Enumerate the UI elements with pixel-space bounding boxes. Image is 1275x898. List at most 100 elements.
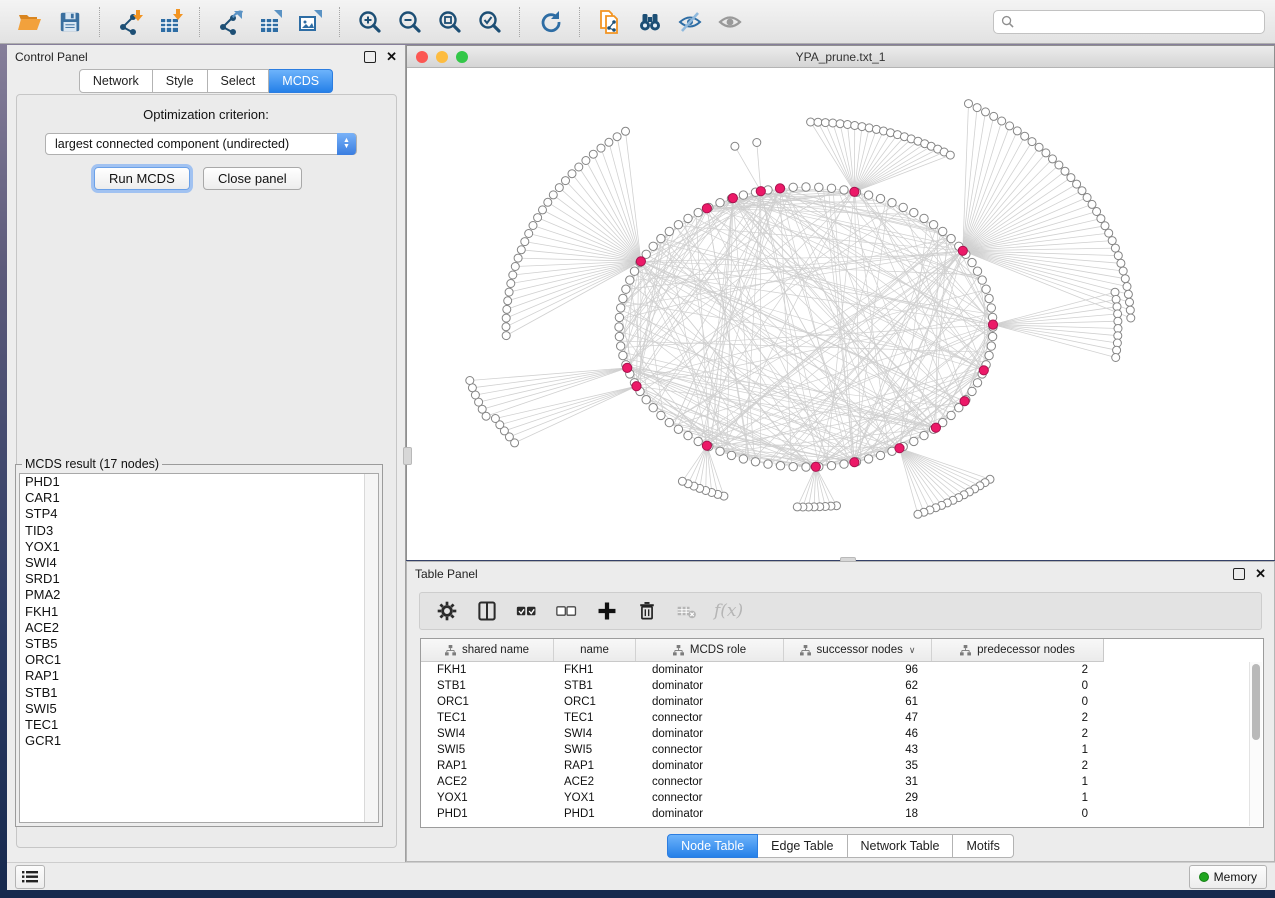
- table-row[interactable]: YOX1 YOX1 connector 29 1: [421, 790, 1263, 806]
- clone-network-icon[interactable]: [590, 4, 630, 40]
- column-header-successor-nodes[interactable]: successor nodes∨: [784, 639, 932, 661]
- table-row[interactable]: PHD1 PHD1 dominator 18 0: [421, 806, 1263, 822]
- split-columns-icon[interactable]: [474, 598, 500, 624]
- deselect-all-icon[interactable]: [554, 598, 580, 624]
- table-panel-titlebar: Table Panel ✕: [407, 562, 1274, 586]
- attribute-type-icon: [445, 645, 456, 656]
- close-panel-button[interactable]: Close panel: [203, 167, 302, 190]
- scrollbar-thumb[interactable]: [1252, 664, 1260, 740]
- hide-selection-icon[interactable]: [670, 4, 710, 40]
- main-toolbar: [0, 0, 1275, 44]
- scrollbar-track[interactable]: [364, 474, 378, 822]
- import-network-icon[interactable]: [110, 4, 150, 40]
- zoom-selected-icon[interactable]: [470, 4, 510, 40]
- run-mcds-button[interactable]: Run MCDS: [94, 167, 190, 190]
- table-row[interactable]: ORC1 ORC1 dominator 61 0: [421, 694, 1263, 710]
- toolbar-separator: [339, 7, 341, 37]
- open-folder-icon[interactable]: [10, 4, 50, 40]
- zoom-in-icon[interactable]: [350, 4, 390, 40]
- binoculars-icon[interactable]: [630, 4, 670, 40]
- memory-label: Memory: [1214, 870, 1257, 884]
- mcds-result-group: MCDS result (17 nodes) PHD1CAR1STP4TID3Y…: [15, 457, 383, 827]
- refresh-layout-icon[interactable]: [530, 4, 570, 40]
- table-header-row: shared name name MCDS role successor nod…: [421, 639, 1104, 662]
- column-header-predecessor-nodes[interactable]: predecessor nodes: [932, 639, 1104, 661]
- scrollbar-track[interactable]: [1249, 662, 1262, 826]
- delete-table-icon: [674, 598, 700, 624]
- toolbar-separator: [99, 7, 101, 37]
- table-row[interactable]: ACE2 ACE2 connector 31 1: [421, 774, 1263, 790]
- memory-button[interactable]: Memory: [1189, 865, 1267, 889]
- mcds-result-item[interactable]: CAR1: [20, 490, 378, 506]
- tab-node-table[interactable]: Node Table: [667, 834, 758, 858]
- mcds-result-item[interactable]: FKH1: [20, 604, 378, 620]
- mcds-result-item[interactable]: YOX1: [20, 539, 378, 555]
- search-field[interactable]: [1019, 14, 1257, 30]
- table-row[interactable]: FKH1 FKH1 dominator 96 2: [421, 662, 1263, 678]
- task-history-button[interactable]: [15, 865, 45, 889]
- network-window-titlebar[interactable]: YPA_prune.txt_1: [407, 46, 1274, 68]
- float-window-icon[interactable]: [1233, 568, 1245, 580]
- tab-network-table[interactable]: Network Table: [848, 834, 954, 858]
- tab-motifs[interactable]: Motifs: [953, 834, 1013, 858]
- close-icon[interactable]: ✕: [1255, 569, 1266, 579]
- tab-network[interactable]: Network: [79, 69, 153, 93]
- network-graph: [407, 68, 1274, 560]
- mcds-result-item[interactable]: STB5: [20, 636, 378, 652]
- mcds-result-list[interactable]: PHD1CAR1STP4TID3YOX1SWI4SRD1PMA2FKH1ACE2…: [19, 473, 379, 823]
- show-selection-icon[interactable]: [710, 4, 750, 40]
- export-image-icon[interactable]: [290, 4, 330, 40]
- toolbar-separator: [199, 7, 201, 37]
- status-bar: Memory: [7, 862, 1275, 890]
- mcds-result-item[interactable]: ORC1: [20, 652, 378, 668]
- mcds-result-item[interactable]: SWI4: [20, 555, 378, 571]
- gear-icon[interactable]: [434, 598, 460, 624]
- import-table-icon[interactable]: [150, 4, 190, 40]
- column-header-name[interactable]: name: [554, 639, 636, 661]
- vertical-splitter-handle[interactable]: [403, 447, 412, 465]
- mcds-result-item[interactable]: RAP1: [20, 668, 378, 684]
- export-table-icon[interactable]: [250, 4, 290, 40]
- mcds-result-item[interactable]: PMA2: [20, 587, 378, 603]
- table-row[interactable]: SWI5 SWI5 connector 43 1: [421, 742, 1263, 758]
- save-icon[interactable]: [50, 4, 90, 40]
- tab-mcds[interactable]: MCDS: [269, 69, 333, 93]
- zoom-fit-icon[interactable]: [430, 4, 470, 40]
- optimization-criterion-value: largest connected component (undirected): [55, 137, 289, 151]
- network-canvas[interactable]: [407, 68, 1274, 560]
- mcds-result-item[interactable]: PHD1: [20, 474, 378, 490]
- mcds-result-item[interactable]: STB1: [20, 685, 378, 701]
- mcds-result-title: MCDS result (17 nodes): [22, 457, 162, 471]
- node-table[interactable]: shared name name MCDS role successor nod…: [420, 638, 1264, 828]
- list-icon: [22, 870, 38, 884]
- tab-select[interactable]: Select: [208, 69, 270, 93]
- float-window-icon[interactable]: [364, 51, 376, 63]
- table-row[interactable]: STB1 STB1 dominator 62 0: [421, 678, 1263, 694]
- tab-edge-table[interactable]: Edge Table: [758, 834, 847, 858]
- mcds-result-item[interactable]: GCR1: [20, 733, 378, 749]
- mcds-result-item[interactable]: SWI5: [20, 701, 378, 717]
- control-panel-titlebar: Control Panel ✕: [7, 45, 405, 69]
- zoom-out-icon[interactable]: [390, 4, 430, 40]
- column-header-mcds-role[interactable]: MCDS role: [636, 639, 784, 661]
- mcds-result-item[interactable]: STP4: [20, 506, 378, 522]
- export-network-icon[interactable]: [210, 4, 250, 40]
- column-header-shared-name[interactable]: shared name: [421, 639, 554, 661]
- select-all-icon[interactable]: [514, 598, 540, 624]
- mcds-result-item[interactable]: SRD1: [20, 571, 378, 587]
- delete-column-icon[interactable]: [634, 598, 660, 624]
- tab-style[interactable]: Style: [153, 69, 208, 93]
- mcds-result-item[interactable]: ACE2: [20, 620, 378, 636]
- search-icon: [1001, 15, 1014, 28]
- add-column-icon[interactable]: [594, 598, 620, 624]
- table-row[interactable]: SWI4 SWI4 dominator 46 2: [421, 726, 1263, 742]
- mcds-result-item[interactable]: TID3: [20, 523, 378, 539]
- table-row[interactable]: RAP1 RAP1 dominator 35 2: [421, 758, 1263, 774]
- table-body: FKH1 FKH1 dominator 96 2 STB1 STB1 domin…: [421, 662, 1263, 822]
- search-input[interactable]: [993, 10, 1265, 34]
- close-icon[interactable]: ✕: [386, 52, 397, 62]
- table-panel: Table Panel ✕ f(x) shared name name MCDS…: [406, 561, 1275, 862]
- table-row[interactable]: TEC1 TEC1 connector 47 2: [421, 710, 1263, 726]
- optimization-criterion-select[interactable]: largest connected component (undirected)…: [45, 133, 357, 155]
- mcds-result-item[interactable]: TEC1: [20, 717, 378, 733]
